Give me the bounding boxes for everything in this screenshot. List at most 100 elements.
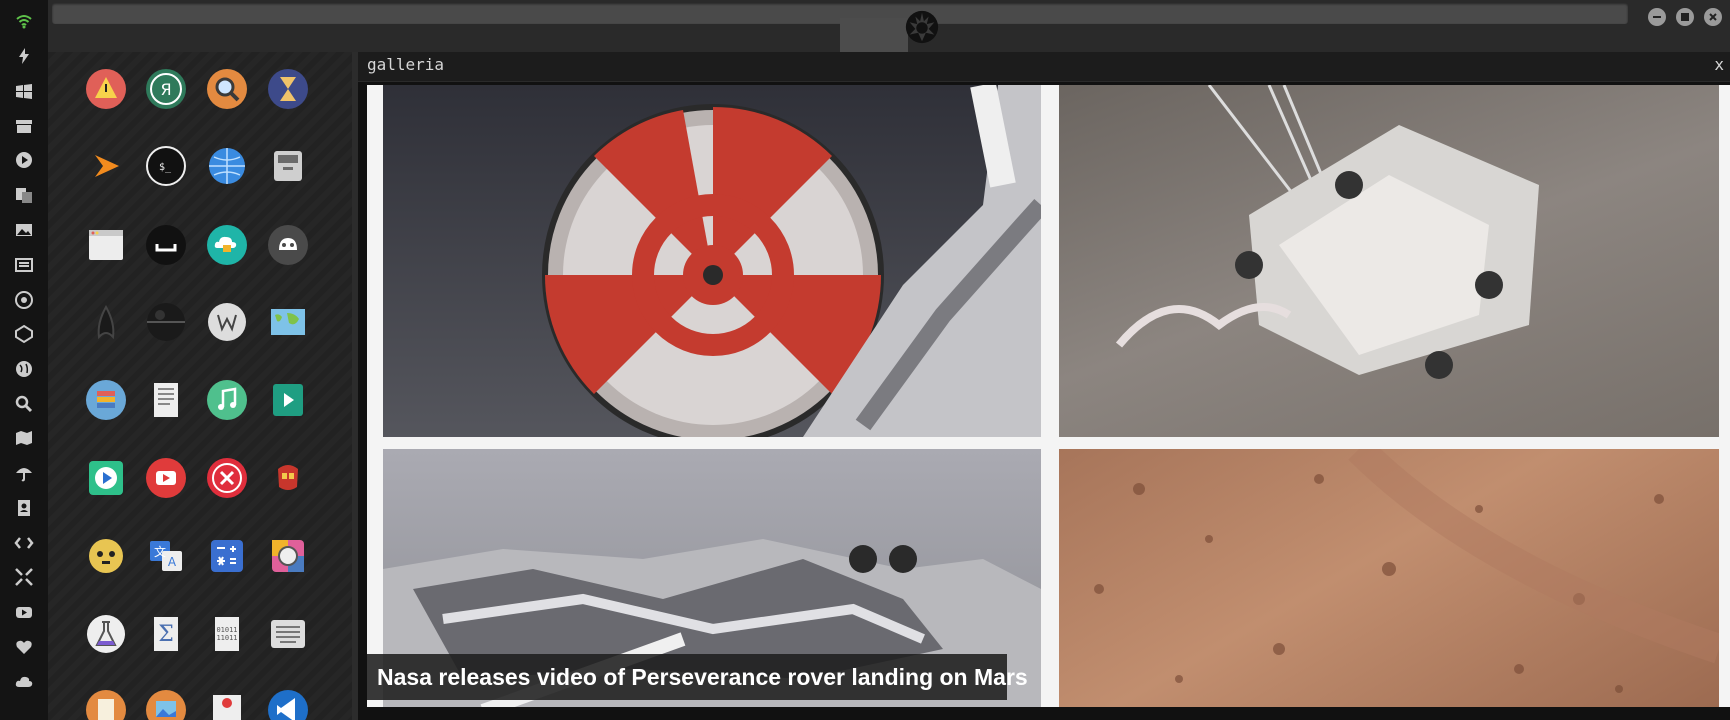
calculator-app-launcher[interactable] [206, 535, 248, 577]
close-button[interactable] [1704, 8, 1722, 26]
umbrella-icon [16, 468, 32, 482]
wifi-icon [16, 15, 32, 29]
wikipedia-app-icon [208, 303, 246, 341]
dock-play-button[interactable] [12, 148, 36, 172]
parachute-panel [383, 85, 1041, 437]
hourglass-app-launcher[interactable] [267, 68, 309, 110]
science-app-launcher[interactable] [85, 613, 127, 655]
gallery-close-button[interactable]: x [1714, 55, 1724, 74]
presentation-app-launcher[interactable] [206, 689, 248, 720]
maximize-button[interactable] [1676, 8, 1694, 26]
warning-app-icon [86, 69, 126, 109]
music-app-icon [207, 380, 247, 420]
dock-news-button[interactable] [12, 253, 36, 277]
dock-search-button[interactable] [12, 392, 36, 416]
gallery-image[interactable] [367, 85, 1730, 707]
c3po-app-icon [89, 539, 123, 573]
terminal-app-launcher[interactable]: $_ [145, 145, 187, 187]
code-icon [14, 537, 34, 549]
rover-image [1115, 85, 1539, 379]
video-app-launcher[interactable] [267, 379, 309, 421]
math-app-launcher[interactable]: Σ [145, 613, 187, 655]
keyboard-app-launcher[interactable] [267, 613, 309, 655]
dock-globe-button[interactable] [12, 357, 36, 381]
iron-man-app-launcher[interactable] [267, 457, 309, 499]
translator-app-launcher[interactable]: 文A [145, 535, 187, 577]
dock-windows-button[interactable] [12, 80, 36, 104]
gnome-app-launcher[interactable] [145, 224, 187, 266]
vscode-app-icon [268, 690, 308, 720]
presentation-app-icon [213, 695, 241, 720]
yandex-app-launcher[interactable]: Я [145, 68, 187, 110]
github-app-icon [268, 225, 308, 265]
close-icon [1709, 13, 1717, 21]
dock-translate-button[interactable] [12, 183, 36, 207]
star-trek-app-icon [97, 304, 115, 340]
dock-heart-button[interactable] [12, 635, 36, 659]
binary-app-launcher[interactable]: 01011 11011 [206, 613, 248, 655]
notes-app-launcher[interactable] [85, 689, 127, 720]
wikipedia-app-launcher[interactable] [206, 301, 248, 343]
document-app-icon [154, 383, 178, 417]
terminal-app-icon: $_ [146, 146, 186, 186]
dock-code-button[interactable] [12, 531, 36, 555]
dock-youtube-button[interactable] [12, 600, 36, 624]
fullscreen-icon [15, 568, 33, 586]
search-app-launcher[interactable] [206, 68, 248, 110]
death-star-app-launcher[interactable] [145, 301, 187, 343]
media-player-app-launcher[interactable] [85, 457, 127, 499]
windows-icon [16, 84, 32, 99]
document-app-launcher[interactable] [145, 379, 187, 421]
gallery-window: galleria x Nasa releases video of Persev… [358, 52, 1730, 720]
youtube-app-icon [146, 458, 186, 498]
window-app-launcher[interactable] [85, 224, 127, 266]
gallery-header: galleria x [358, 52, 1730, 82]
dock-umbrella-button[interactable] [12, 461, 36, 485]
c3po-app-launcher[interactable] [85, 535, 127, 577]
dock-archive-button[interactable] [12, 114, 36, 138]
dock-map-button[interactable] [12, 426, 36, 450]
gallery-app-launcher[interactable] [145, 689, 187, 720]
vscode-app-launcher[interactable] [267, 689, 309, 720]
news-icon [15, 258, 33, 272]
sublime-app-launcher[interactable] [85, 145, 127, 187]
close-app-launcher[interactable] [206, 457, 248, 499]
star-trek-app-launcher[interactable] [85, 301, 127, 343]
music-app-launcher[interactable] [206, 379, 248, 421]
iron-man-app-icon [278, 465, 298, 490]
file-manager-app-launcher[interactable] [267, 145, 309, 187]
mars-surface-image [1094, 449, 1719, 693]
dock-fullscreen-button[interactable] [12, 565, 36, 589]
dock-flash-button[interactable] [12, 44, 36, 68]
web-browser-app-launcher[interactable] [206, 145, 248, 187]
dock-image-button[interactable] [12, 218, 36, 242]
left-dock [0, 0, 48, 720]
cloud-lock-app-launcher[interactable] [206, 224, 248, 266]
world-map-app-launcher[interactable] [267, 301, 309, 343]
image-icon [16, 224, 32, 236]
search-icon [15, 395, 33, 413]
file-manager-app-icon [274, 151, 302, 181]
minimize-button[interactable] [1648, 8, 1666, 26]
cloud-lock-app-icon [207, 225, 247, 265]
flash-icon [19, 48, 29, 64]
svg-text:A: A [168, 555, 177, 569]
dock-cloud-button[interactable] [12, 670, 36, 694]
dock-wifi-button[interactable] [12, 8, 36, 32]
youtube-app-launcher[interactable] [145, 457, 187, 499]
warning-app-launcher[interactable] [85, 68, 127, 110]
dock-contacts-button[interactable] [12, 496, 36, 520]
square-icon [1681, 13, 1689, 21]
github-app-launcher[interactable] [267, 224, 309, 266]
web-browser-app-icon [209, 148, 245, 184]
cloud-icon [15, 676, 33, 687]
dock-star-wars-button[interactable] [12, 322, 36, 346]
rebel-alliance-logo-icon[interactable] [903, 8, 941, 46]
books-app-launcher[interactable] [85, 379, 127, 421]
star-wars-icon [15, 324, 33, 344]
parachute-image [542, 85, 1041, 437]
active-tab[interactable] [840, 18, 908, 52]
globe-icon [16, 361, 32, 377]
photo-viewer-app-launcher[interactable] [267, 535, 309, 577]
dock-empire-button[interactable] [12, 288, 36, 312]
